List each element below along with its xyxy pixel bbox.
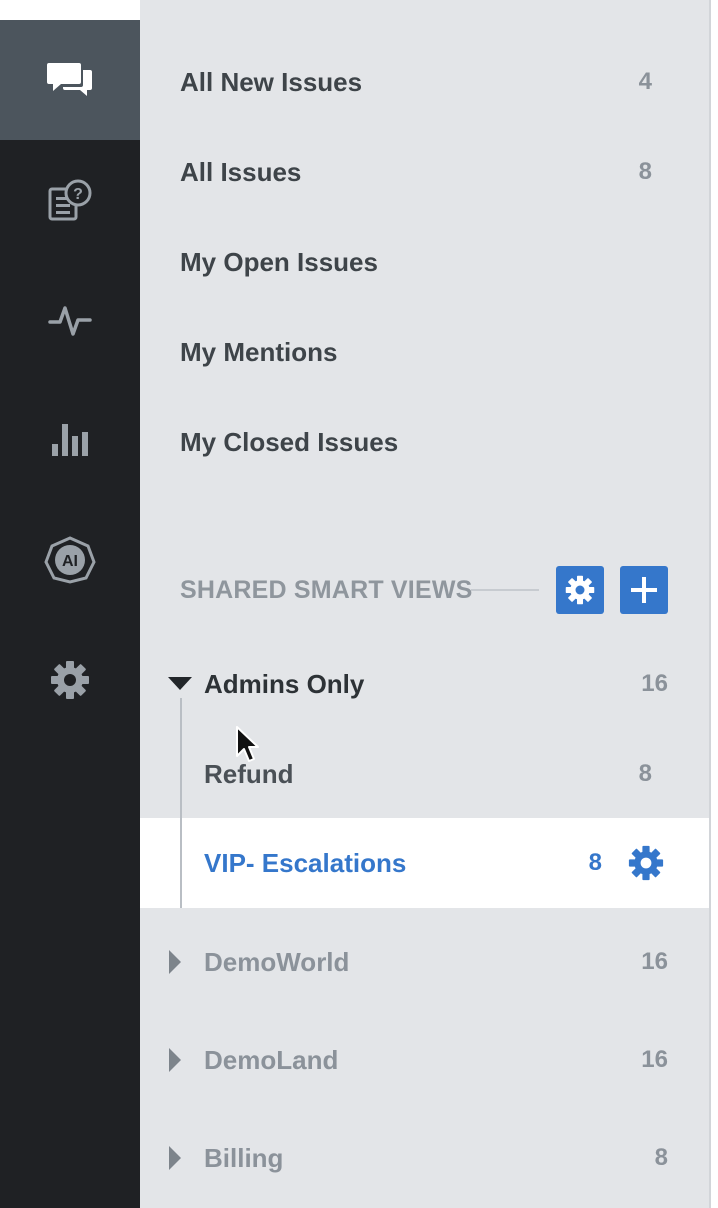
view-my-closed-issues[interactable]: My Closed Issues — [180, 397, 652, 487]
view-label: My Open Issues — [180, 246, 378, 277]
group-label: DemoLand — [204, 1044, 339, 1075]
svg-text:AI: AI — [62, 553, 78, 570]
panel-edge-strip — [711, 0, 718, 1208]
view-settings-gear-icon[interactable] — [628, 845, 664, 881]
view-count: 8 — [638, 760, 652, 787]
group-demoworld[interactable]: DemoWorld 16 — [168, 932, 668, 992]
view-all-new-issues[interactable]: All New Issues 4 — [180, 37, 652, 127]
chat-bubbles-icon — [47, 63, 92, 96]
caret-down-icon[interactable] — [168, 674, 194, 694]
view-count: 4 — [638, 68, 652, 95]
gear-icon — [51, 661, 89, 699]
activity-pulse-icon — [48, 306, 92, 336]
group-label: Billing — [204, 1142, 284, 1173]
caret-right-icon[interactable] — [168, 950, 194, 974]
caret-right-icon[interactable] — [168, 1146, 194, 1170]
view-label: My Closed Issues — [180, 426, 399, 457]
svg-text:?: ? — [73, 186, 83, 203]
group-count: 16 — [641, 670, 668, 697]
group-label: DemoWorld — [204, 946, 350, 977]
view-count: 8 — [588, 849, 602, 876]
view-my-open-issues[interactable]: My Open Issues — [180, 217, 652, 307]
view-all-issues[interactable]: All Issues 8 — [180, 127, 652, 217]
view-refund[interactable]: Refund 8 — [204, 729, 652, 819]
section-title: SHARED SMART VIEWS — [180, 576, 473, 604]
group-count: 16 — [641, 1046, 668, 1073]
rail-reports-button[interactable] — [0, 380, 140, 500]
group-label: Admins Only — [204, 668, 365, 699]
help-articles-icon: ? — [48, 179, 92, 221]
group-count: 16 — [641, 948, 668, 975]
view-label: All New Issues — [180, 66, 363, 97]
group-billing[interactable]: Billing 8 — [168, 1128, 668, 1188]
rail-top-strip — [0, 0, 140, 20]
group-demoland[interactable]: DemoLand 16 — [168, 1030, 668, 1090]
rail-ai-button[interactable]: AI — [0, 500, 140, 620]
view-label: VIP- Escalations — [204, 847, 407, 878]
section-divider — [471, 589, 539, 591]
rail-settings-button[interactable] — [0, 620, 140, 740]
view-label: My Mentions — [180, 336, 338, 367]
view-count: 8 — [638, 158, 652, 185]
plus-icon — [631, 577, 657, 603]
gear-icon — [565, 575, 595, 605]
shared-views-settings-button[interactable] — [556, 566, 604, 614]
bar-chart-icon — [52, 424, 88, 456]
shared-smart-views-header: SHARED SMART VIEWS — [180, 566, 668, 614]
icon-rail: ? AI — [0, 0, 140, 1208]
tree-connector-line — [180, 698, 182, 908]
ai-badge-icon: AI — [44, 536, 96, 584]
group-count: 8 — [654, 1144, 668, 1171]
mouse-cursor-icon — [236, 726, 259, 762]
views-panel: All New Issues 4 All Issues 8 My Open Is… — [140, 0, 709, 1208]
group-admins-only[interactable]: Admins Only 16 — [168, 654, 668, 714]
view-vip-escalations[interactable]: VIP- Escalations 8 — [204, 818, 664, 908]
view-my-mentions[interactable]: My Mentions — [180, 307, 652, 397]
rail-activity-button[interactable] — [0, 260, 140, 380]
add-shared-view-button[interactable] — [620, 566, 668, 614]
caret-right-icon[interactable] — [168, 1048, 194, 1072]
rail-help-articles-button[interactable]: ? — [0, 140, 140, 260]
rail-conversations-button[interactable] — [0, 20, 140, 140]
view-label: All Issues — [180, 156, 302, 187]
